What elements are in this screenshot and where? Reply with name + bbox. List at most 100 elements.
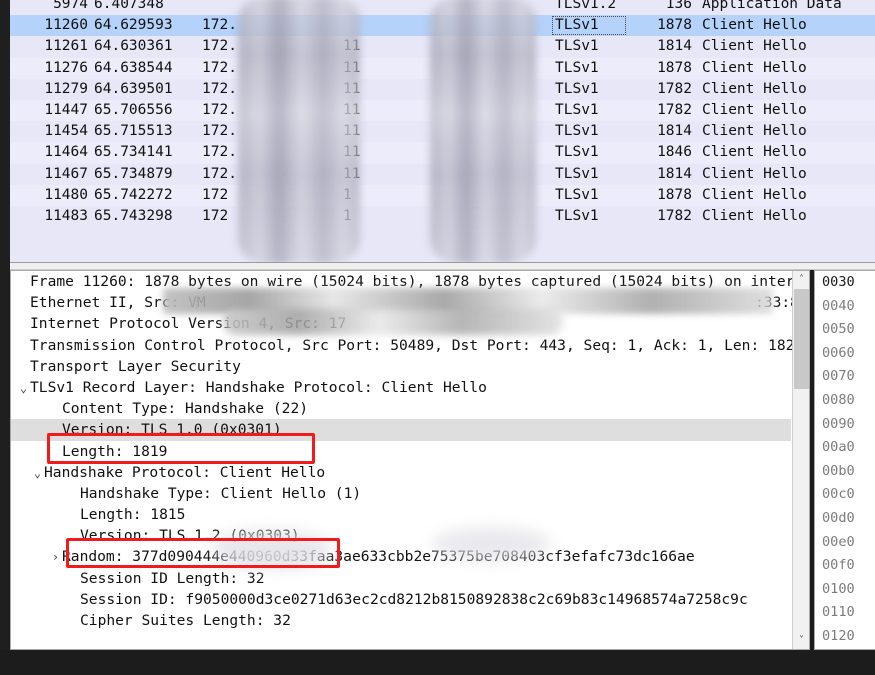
pane-splitter[interactable] bbox=[10, 262, 875, 270]
packet-row[interactable]: 11454 65.715513 172. 11 TLSv1 1814 Client Hell… bbox=[10, 121, 875, 143]
packet-row[interactable]: 11279 64.639501 172. 11 TLSv1 1782 Client Hell… bbox=[10, 78, 875, 100]
packet-row[interactable]: 11467 65.734879 172. 11 TLSv1 1814 Client Hell… bbox=[10, 163, 875, 185]
packet-row[interactable]: 11260 64.629593 172. TLSv1 1878 Client Hello bbox=[10, 15, 875, 37]
protocol-tree-label: Version: TLS 1.0 (0x0301) bbox=[62, 421, 282, 439]
protocol-tree-label: Handshake Protocol: Client Hello bbox=[44, 463, 326, 481]
packet-length: 136 bbox=[665, 0, 692, 12]
hex-offset-column: 0030 0040 0050 0060 0070 0080 0090 00a0 00b0 00c0… bbox=[815, 271, 875, 649]
packet-destination: 11 bbox=[343, 123, 361, 140]
packet-no: 11454 bbox=[44, 123, 88, 140]
hex-offset: 00d0 bbox=[822, 509, 855, 526]
packet-row[interactable]: 5974 6.407348 TLSv1.2 136 Application Data bbox=[10, 0, 875, 16]
protocol-tree-label: Transmission Control Protocol, Src Port:… bbox=[30, 336, 804, 354]
packet-destination: 11 bbox=[343, 80, 361, 97]
protocol-tree-item[interactable]: ⌄ Handshake Protocol: Client Hello bbox=[11, 462, 791, 483]
protocol-tree-item[interactable]: Handshake Type: Client Hello (1) bbox=[11, 483, 791, 504]
packet-no: 11464 bbox=[44, 144, 88, 161]
protocol-tree-label: TLSv1 Record Layer: Handshake Protocol: … bbox=[30, 378, 487, 396]
protocol-tree-label: Session ID Length: 32 bbox=[80, 569, 265, 587]
packet-destination: 11 bbox=[343, 59, 361, 76]
left-gutter bbox=[0, 0, 10, 675]
packet-protocol: TLSv1 bbox=[555, 144, 599, 161]
packet-info: Client Hello bbox=[702, 59, 807, 76]
packet-row[interactable]: 11276 64.638544 172. 11 TLSv1 1878 Client Hell… bbox=[10, 57, 875, 79]
protocol-tree-label: Version: TLS 1.2 (0x0303) bbox=[80, 527, 300, 545]
protocol-tree-item[interactable]: Session ID: f9050000d3ce0271d63ec2cd8212… bbox=[11, 589, 791, 610]
packet-source: 172. bbox=[202, 144, 237, 161]
scroll-down-icon[interactable]: ˅ bbox=[793, 632, 809, 649]
chevron-right-icon[interactable]: › bbox=[49, 547, 62, 568]
packet-list-rows: 5974 6.407348 TLSv1.2 136 Application Data 11… bbox=[10, 0, 875, 228]
packet-destination: 1 bbox=[343, 186, 352, 203]
protocol-tree-item[interactable]: Length: 1819 bbox=[11, 441, 791, 462]
protocol-tree-label: Length: 1819 bbox=[62, 442, 168, 460]
packet-list-pane[interactable]: 5974 6.407348 TLSv1.2 136 Application Data 11… bbox=[10, 0, 875, 262]
scroll-up-icon[interactable]: ˄ bbox=[793, 271, 809, 288]
packet-row[interactable]: 11480 65.742272 172 1 TLSv1 1878 Client Hello bbox=[10, 184, 875, 206]
packet-details-pane[interactable]: Frame 11260: 1878 bytes on wire (15024 b… bbox=[10, 270, 810, 650]
packet-protocol: TLSv1 bbox=[555, 59, 599, 76]
scrollbar-thumb[interactable] bbox=[794, 289, 809, 389]
packet-no: 5974 bbox=[53, 0, 88, 12]
chevron-down-icon[interactable]: ⌄ bbox=[17, 378, 30, 399]
packet-info: Client Hello bbox=[702, 186, 807, 203]
protocol-tree-item[interactable]: Version: TLS 1.2 (0x0303) bbox=[11, 525, 791, 546]
packet-info: Client Hello bbox=[702, 17, 807, 34]
packet-row[interactable]: 11261 64.630361 172. 11 TLSv1 1814 Client Hell… bbox=[10, 36, 875, 58]
packet-source: 172. bbox=[202, 165, 237, 182]
packet-length: 1782 bbox=[657, 101, 692, 118]
protocol-tree-item[interactable]: Transmission Control Protocol, Src Port:… bbox=[11, 335, 803, 356]
packet-no: 11260 bbox=[44, 17, 88, 34]
packet-no: 11480 bbox=[44, 186, 88, 203]
packet-destination: 1 bbox=[343, 207, 352, 224]
packet-no: 11447 bbox=[44, 101, 88, 118]
bottom-letterbox bbox=[0, 650, 875, 675]
packet-time: 65.734141 bbox=[94, 144, 173, 161]
packet-protocol: TLSv1 bbox=[555, 165, 599, 182]
packet-bytes-pane[interactable]: 0030 0040 0050 0060 0070 0080 0090 00a0 00b0 00c0… bbox=[814, 270, 875, 650]
packet-source: 172 bbox=[202, 207, 229, 224]
protocol-tree-item[interactable]: Transport Layer Security bbox=[11, 356, 791, 377]
chevron-down-icon[interactable]: ⌄ bbox=[31, 463, 44, 484]
packet-time: 65.706556 bbox=[94, 101, 173, 118]
packet-source: 172 bbox=[202, 186, 229, 203]
protocol-tree-item[interactable]: ⌄ TLSv1 Record Layer: Handshake Protocol:… bbox=[11, 377, 791, 398]
packet-length: 1782 bbox=[657, 80, 692, 97]
detail-scrollbar[interactable]: ˄ ˅ bbox=[792, 271, 809, 649]
packet-destination: 11 bbox=[343, 101, 361, 118]
packet-info: Client Hello bbox=[702, 38, 807, 55]
packet-source: 172. bbox=[202, 38, 237, 55]
hex-offset: 00e0 bbox=[822, 533, 855, 550]
hex-offset: 0060 bbox=[822, 344, 855, 361]
packet-length: 1878 bbox=[657, 186, 692, 203]
packet-row[interactable]: 11464 65.734141 172. 11 TLSv1 1846 Client Hell… bbox=[10, 142, 875, 164]
packet-time: 64.638544 bbox=[94, 59, 173, 76]
protocol-tree-item[interactable]: Length: 1815 bbox=[11, 504, 791, 525]
protocol-tree-item[interactable]: Cipher Suites Length: 32 bbox=[11, 610, 791, 631]
packet-info: Client Hello bbox=[702, 80, 807, 97]
packet-row[interactable]: 11483 65.743298 172 1 TLSv1 1782 Client Hello bbox=[10, 205, 875, 228]
packet-source: 172. bbox=[202, 17, 237, 34]
packet-row[interactable]: 11447 65.706556 172. 11 TLSv1 1782 Client Hell… bbox=[10, 99, 875, 122]
hex-offset: 00c0 bbox=[822, 486, 855, 503]
packet-destination: 11 bbox=[343, 144, 361, 161]
hex-offset: 00f0 bbox=[822, 557, 855, 574]
packet-length: 1782 bbox=[657, 207, 692, 224]
protocol-tree-label: Cipher Suites Length: 32 bbox=[80, 612, 291, 629]
protocol-tree-item[interactable]: Session ID Length: 32 bbox=[11, 568, 791, 589]
hex-offset: 0110 bbox=[822, 604, 855, 621]
packet-destination: 11 bbox=[343, 38, 361, 55]
hex-offset: 0070 bbox=[822, 368, 855, 385]
packet-protocol: TLSv1 bbox=[555, 38, 599, 55]
ip-address-redaction bbox=[223, 309, 563, 335]
packet-source: 172. bbox=[202, 123, 237, 140]
packet-protocol: TLSv1 bbox=[555, 207, 599, 224]
protocol-tree-item[interactable]: Version: TLS 1.0 (0x0301) bbox=[11, 419, 791, 441]
protocol-tree-item[interactable]: Content Type: Handshake (22) bbox=[11, 398, 791, 419]
protocol-tree-label: Content Type: Handshake (22) bbox=[62, 400, 309, 418]
protocol-tree-item[interactable]: › Random: 377d090444e440960d33faa3ae633cb… bbox=[11, 546, 791, 567]
packet-no: 11276 bbox=[44, 59, 88, 76]
packet-info: Client Hello bbox=[702, 207, 807, 224]
packet-no: 11261 bbox=[44, 38, 88, 55]
packet-time: 64.639501 bbox=[94, 80, 173, 97]
